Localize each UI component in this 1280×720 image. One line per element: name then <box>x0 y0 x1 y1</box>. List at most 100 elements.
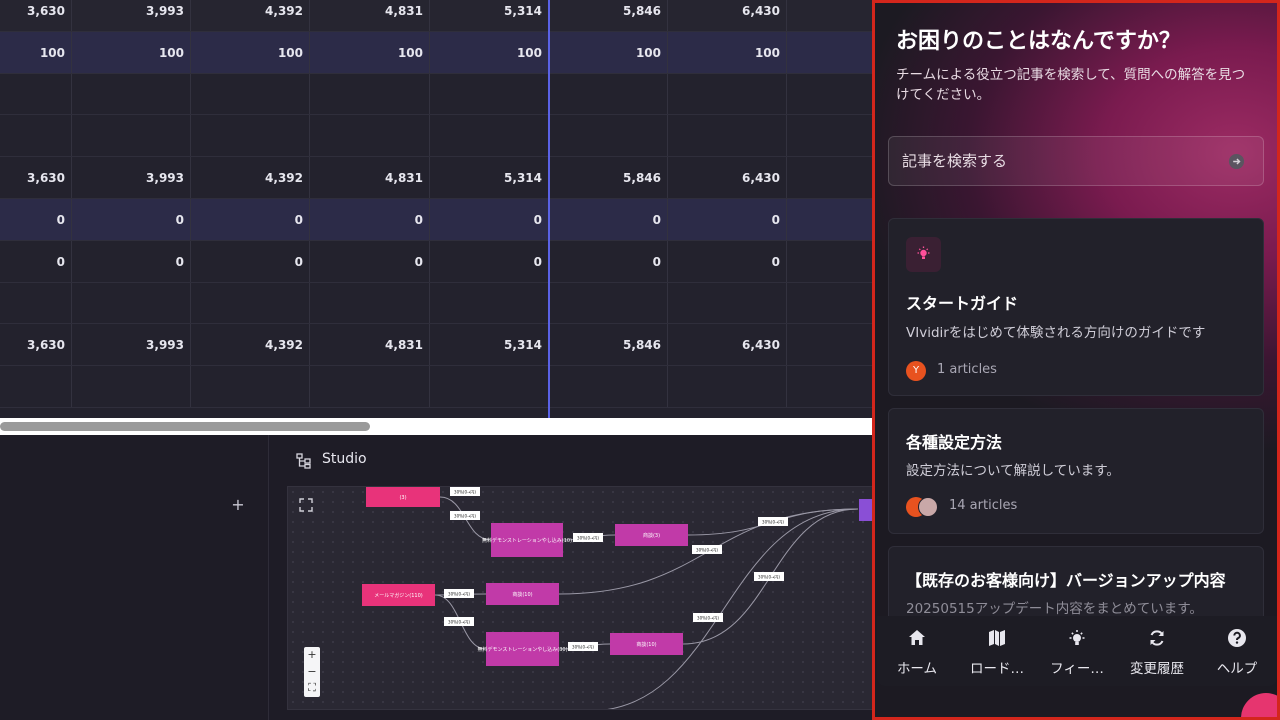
table-cell[interactable] <box>549 115 668 156</box>
table-cell[interactable]: 6,430 <box>668 157 787 198</box>
table-cell[interactable] <box>191 283 310 323</box>
table-cell[interactable]: 5,846 <box>549 0 668 31</box>
flow-canvas[interactable]: (3) 無料デモンストレーションやし込み(10) 商談(3) メールマガジン(110)… <box>287 486 873 710</box>
tab-changelog[interactable]: 変更履歴 <box>1117 616 1197 686</box>
table-cell[interactable] <box>787 324 873 365</box>
table-cell[interactable] <box>0 366 72 407</box>
table-cell[interactable]: 3,993 <box>72 324 191 365</box>
table-cell[interactable]: 5,846 <box>549 157 668 198</box>
horizontal-scrollbar[interactable] <box>0 418 873 435</box>
table-cell[interactable] <box>787 74 873 114</box>
table-cell[interactable]: 5,314 <box>430 0 549 31</box>
table-cell[interactable]: 3,630 <box>0 157 72 198</box>
table-cell[interactable]: 100 <box>668 32 787 73</box>
article-card-settings[interactable]: 各種設定方法 設定方法について解説しています。 14 articles <box>888 408 1264 534</box>
table-cell[interactable]: 0 <box>72 241 191 282</box>
table-cell[interactable] <box>191 115 310 156</box>
expand-icon[interactable] <box>299 498 313 512</box>
table-cell[interactable]: 3,630 <box>0 0 72 31</box>
table-cell[interactable] <box>787 283 873 323</box>
table-cell[interactable] <box>787 199 873 240</box>
table-cell[interactable]: 4,392 <box>191 157 310 198</box>
table-cell[interactable] <box>310 366 430 407</box>
table-cell[interactable] <box>310 74 430 114</box>
fit-view-button[interactable]: ⛶ <box>304 680 320 697</box>
table-cell[interactable] <box>787 157 873 198</box>
table-cell[interactable]: 100 <box>0 32 72 73</box>
table-cell[interactable] <box>72 366 191 407</box>
table-cell[interactable] <box>549 366 668 407</box>
table-cell[interactable]: 0 <box>310 241 430 282</box>
table-cell[interactable]: 5,314 <box>430 324 549 365</box>
table-cell[interactable]: 3,630 <box>0 324 72 365</box>
table-cell[interactable] <box>0 74 72 114</box>
table-cell[interactable] <box>0 283 72 323</box>
table-cell[interactable]: 0 <box>668 241 787 282</box>
table-cell[interactable] <box>668 283 787 323</box>
table-cell[interactable]: 0 <box>191 241 310 282</box>
table-cell[interactable] <box>72 115 191 156</box>
search-submit-icon[interactable] <box>1228 153 1245 170</box>
table-cell[interactable] <box>430 366 549 407</box>
flow-node[interactable] <box>859 499 873 521</box>
table-cell[interactable]: 100 <box>310 32 430 73</box>
table-cell[interactable] <box>787 115 873 156</box>
table-row: 3,630 3,993 4,392 4,831 5,314 5,846 6,430 <box>0 157 873 199</box>
table-cell[interactable]: 0 <box>430 199 549 240</box>
table-cell[interactable]: 5,846 <box>549 324 668 365</box>
table-cell[interactable] <box>430 283 549 323</box>
table-cell[interactable]: 3,993 <box>72 157 191 198</box>
table-cell[interactable] <box>430 74 549 114</box>
table-cell[interactable] <box>668 115 787 156</box>
tab-help[interactable]: ヘルプ <box>1197 616 1277 686</box>
table-cell[interactable] <box>549 283 668 323</box>
table-cell[interactable]: 0 <box>430 241 549 282</box>
table-cell[interactable]: 4,831 <box>310 0 430 31</box>
table-cell[interactable]: 4,392 <box>191 0 310 31</box>
table-cell[interactable] <box>430 115 549 156</box>
table-cell[interactable]: 4,831 <box>310 157 430 198</box>
table-cell[interactable] <box>310 115 430 156</box>
table-cell[interactable] <box>668 366 787 407</box>
table-cell[interactable] <box>72 74 191 114</box>
table-cell[interactable]: 0 <box>310 199 430 240</box>
article-card-start-guide[interactable]: スタートガイド VIvidirをはじめて体験される方向けのガイドです Y 1 a… <box>888 218 1264 396</box>
table-cell[interactable]: 4,831 <box>310 324 430 365</box>
table-cell[interactable]: 3,993 <box>72 0 191 31</box>
table-cell[interactable]: 100 <box>430 32 549 73</box>
table-cell[interactable] <box>787 0 873 31</box>
table-cell[interactable]: 0 <box>0 241 72 282</box>
table-cell[interactable]: 0 <box>0 199 72 240</box>
table-cell[interactable] <box>549 74 668 114</box>
table-cell[interactable] <box>310 283 430 323</box>
table-cell[interactable]: 4,392 <box>191 324 310 365</box>
table-cell[interactable]: 100 <box>549 32 668 73</box>
table-cell[interactable] <box>787 241 873 282</box>
table-cell[interactable] <box>787 32 873 73</box>
tab-home[interactable]: ホーム <box>877 616 957 686</box>
scrollbar-thumb[interactable] <box>0 422 370 431</box>
table-cell[interactable] <box>0 115 72 156</box>
table-cell[interactable]: 0 <box>668 199 787 240</box>
add-button[interactable]: + <box>228 495 248 515</box>
table-cell[interactable]: 6,430 <box>668 324 787 365</box>
tab-roadmap[interactable]: ロード… <box>957 616 1037 686</box>
table-cell[interactable] <box>72 283 191 323</box>
table-cell[interactable]: 100 <box>72 32 191 73</box>
table-cell[interactable] <box>191 366 310 407</box>
table-cell[interactable]: 0 <box>72 199 191 240</box>
zoom-out-button[interactable]: − <box>304 664 320 681</box>
table-cell[interactable] <box>787 366 873 407</box>
zoom-in-button[interactable]: + <box>304 647 320 664</box>
table-cell[interactable]: 5,314 <box>430 157 549 198</box>
table-cell[interactable]: 0 <box>549 199 668 240</box>
card-title: 【既存のお客様向け】バージョンアップ内容 <box>906 571 1226 590</box>
tab-feedback[interactable]: フィー… <box>1037 616 1117 686</box>
table-cell[interactable]: 100 <box>191 32 310 73</box>
table-cell[interactable] <box>191 74 310 114</box>
table-cell[interactable] <box>668 74 787 114</box>
search-input[interactable] <box>902 137 1222 185</box>
table-cell[interactable]: 6,430 <box>668 0 787 31</box>
table-cell[interactable]: 0 <box>191 199 310 240</box>
table-cell[interactable]: 0 <box>549 241 668 282</box>
